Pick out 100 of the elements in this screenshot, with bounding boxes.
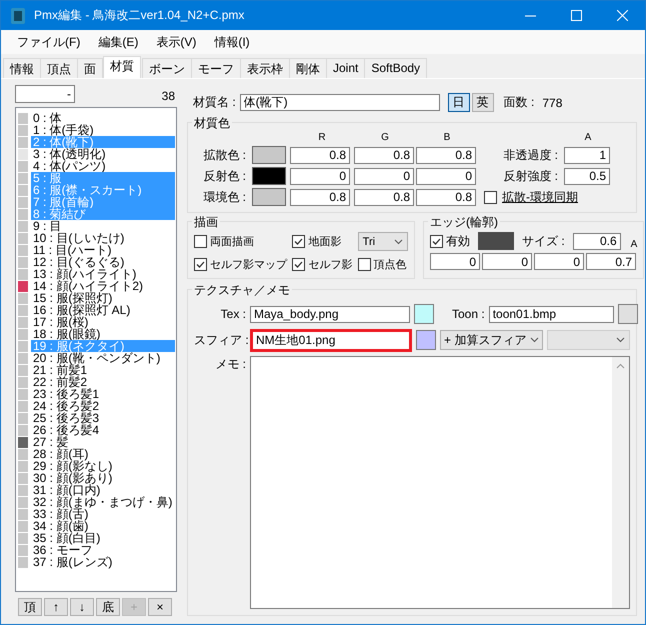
material-name-field[interactable]: 体(靴下): [240, 94, 440, 111]
checkbox-label[interactable]: 頂点色: [374, 257, 407, 272]
field-label: Tex :: [220, 307, 246, 321]
value-field[interactable]: 0.5: [564, 168, 610, 184]
material-item[interactable]: 9 : 目: [17, 220, 175, 232]
material-item[interactable]: 24 : 後ろ髪2: [17, 400, 175, 412]
value-field[interactable]: 0.6: [572, 232, 621, 250]
value-field[interactable]: 0.8: [354, 146, 414, 164]
list-button[interactable]: 底: [96, 598, 120, 616]
material-item[interactable]: 12 : 目(ぐるぐる): [17, 256, 175, 268]
checkbox-label[interactable]: 両面描画: [210, 234, 254, 249]
value-field[interactable]: 1: [564, 146, 610, 164]
material-item[interactable]: 29 : 顔(影なし): [17, 460, 175, 472]
window-title: Pmx編集 - 鳥海改二ver1.04_N2+C.pmx: [34, 7, 246, 24]
value-field[interactable]: 0: [416, 168, 476, 184]
dropdown[interactable]: Tri: [358, 232, 408, 251]
sphere-field[interactable]: NM生地01.png: [250, 328, 412, 352]
material-item[interactable]: 13 : 顔(ハイライト): [17, 268, 175, 280]
material-item[interactable]: 14 : 顔(ハイライト2): [17, 280, 175, 292]
group-title: エッジ(輪郭): [428, 214, 500, 231]
list-button[interactable]: ↑: [44, 598, 68, 616]
material-item[interactable]: 16 : 服(探照灯 AL): [17, 304, 175, 316]
value-field[interactable]: 0.7: [586, 253, 636, 270]
tab[interactable]: 材質: [103, 56, 141, 78]
material-item[interactable]: 37 : 服(レンズ): [17, 556, 175, 568]
field-label: 反射強度 :: [502, 168, 559, 184]
tab[interactable]: SoftBody: [364, 58, 428, 78]
checkbox-label[interactable]: 有効: [446, 232, 470, 250]
list-button[interactable]: ↓: [70, 598, 94, 616]
field-label: 環境色 :: [202, 188, 247, 206]
toon-field[interactable]: toon01.bmp: [488, 306, 614, 322]
field-label: 反射色 :: [202, 168, 247, 184]
material-item[interactable]: 18 : 服(眼鏡): [17, 328, 175, 340]
value-field[interactable]: 0: [290, 168, 350, 184]
material-item[interactable]: 11 : 目(ハート): [17, 244, 175, 256]
face-count: 778: [542, 96, 562, 110]
value-field[interactable]: 0: [534, 253, 584, 270]
material-count: 38: [162, 89, 175, 103]
material-item[interactable]: 35 : 顔(白目): [17, 532, 175, 544]
material-item[interactable]: 36 : モーフ: [17, 544, 175, 556]
filter-field[interactable]: -: [15, 85, 75, 103]
material-item[interactable]: 32 : 顔(まゆ・まつげ・鼻): [17, 496, 175, 508]
field-label: スフィア :: [194, 332, 246, 348]
column-header: A: [630, 239, 638, 250]
value-field[interactable]: 0.8: [290, 146, 350, 164]
material-item[interactable]: 25 : 後ろ髪3: [17, 412, 175, 424]
value-field[interactable]: 0: [430, 253, 480, 270]
material-item[interactable]: 22 : 前髪2: [17, 376, 175, 388]
tab[interactable]: 面: [77, 58, 103, 78]
menu-item[interactable]: 編集(E): [90, 32, 146, 52]
material-item[interactable]: 20 : 服(靴・ペンダント): [17, 352, 175, 364]
list-button[interactable]: ×: [148, 598, 172, 616]
menu-item[interactable]: 表示(V): [148, 32, 204, 52]
column-header: A: [584, 133, 592, 143]
material-item[interactable]: 34 : 顔(歯): [17, 520, 175, 532]
column-header: B: [442, 133, 452, 143]
value-field[interactable]: 0.8: [354, 188, 414, 206]
material-item[interactable]: 26 : 後ろ髪4: [17, 424, 175, 436]
checkbox-label[interactable]: セルフ影: [308, 257, 352, 272]
group-title: 描画: [192, 214, 220, 231]
material-item[interactable]: 3 : 体(透明化): [17, 148, 175, 160]
texture-field[interactable]: Maya_body.png: [250, 306, 410, 322]
tab[interactable]: 頂点: [40, 58, 78, 78]
material-item[interactable]: 27 : 髪: [17, 436, 175, 448]
value-field[interactable]: 0.8: [416, 146, 476, 164]
material-item[interactable]: 31 : 顔(口内): [17, 484, 175, 496]
tab[interactable]: 表示枠: [240, 58, 290, 78]
tab[interactable]: 情報: [3, 58, 41, 78]
field-label: 拡散色 :: [202, 146, 247, 164]
material-item[interactable]: 33 : 顔(舌): [17, 508, 175, 520]
sphere-mode-dropdown[interactable]: + 加算スフィア: [440, 330, 544, 350]
language-button[interactable]: 日: [448, 93, 470, 112]
field-label: 面数 :: [504, 94, 534, 111]
language-button[interactable]: 英: [472, 93, 494, 112]
material-item[interactable]: 17 : 服(桜): [17, 316, 175, 328]
material-item[interactable]: 10 : 目(しいたけ): [17, 232, 175, 244]
material-item[interactable]: 21 : 前髪1: [17, 364, 175, 376]
material-item[interactable]: 4 : 体(パンツ): [17, 160, 175, 172]
value-field[interactable]: 0: [354, 168, 414, 184]
field-label: 材質名 :: [193, 94, 236, 111]
value-field[interactable]: 0.8: [290, 188, 350, 206]
value-field[interactable]: 0: [482, 253, 532, 270]
list-button[interactable]: 頂: [18, 598, 42, 616]
field-label: Toon :: [452, 307, 485, 321]
material-item[interactable]: 0 : 体: [17, 112, 175, 124]
menu-item[interactable]: 情報(I): [206, 32, 258, 52]
column-header: G: [380, 133, 390, 143]
checkbox-label[interactable]: 拡散-環境同期: [502, 188, 578, 206]
material-item[interactable]: 30 : 顔(影あり): [17, 472, 175, 484]
value-field[interactable]: 0.8: [416, 188, 476, 206]
tab[interactable]: 剛体: [289, 58, 327, 78]
tab[interactable]: ボーン: [142, 58, 192, 78]
material-item[interactable]: 23 : 後ろ髪1: [17, 388, 175, 400]
material-item[interactable]: 1 : 体(手袋): [17, 124, 175, 136]
menu-item[interactable]: ファイル(F): [9, 32, 88, 52]
material-item[interactable]: 15 : 服(探照灯): [17, 292, 175, 304]
checkbox-label[interactable]: 地面影: [308, 234, 342, 249]
checkbox-label[interactable]: セルフ影マップ: [210, 257, 287, 272]
group-title: 材質色: [192, 115, 232, 132]
material-item[interactable]: 28 : 顔(耳): [17, 448, 175, 460]
